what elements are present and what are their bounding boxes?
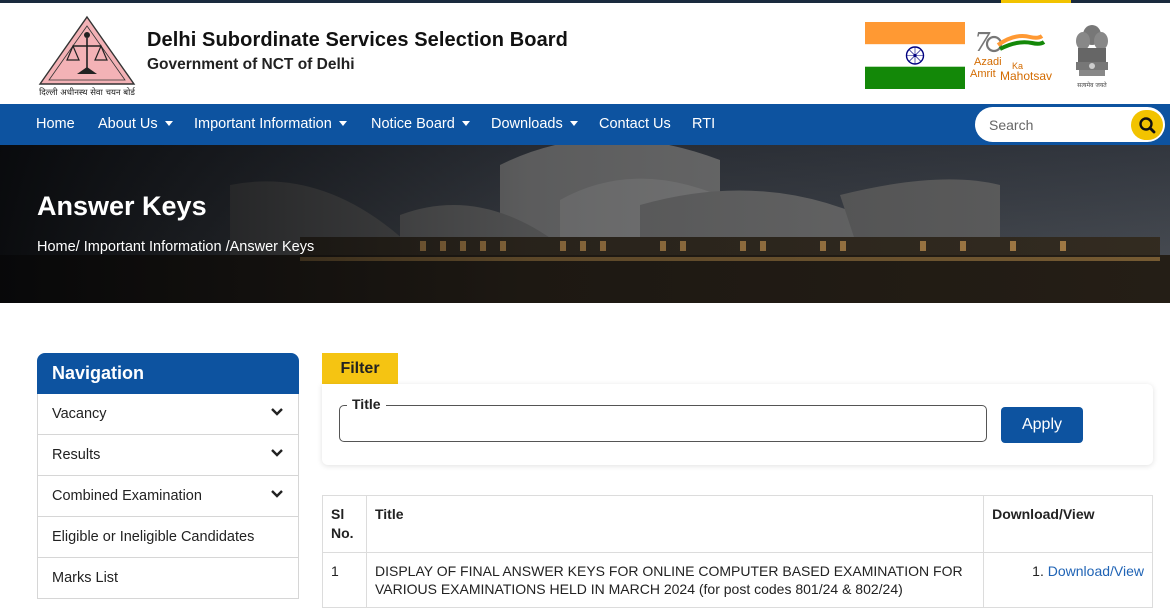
page-banner: Answer Keys Home/ Important Information … [0, 145, 1170, 303]
azadi-line3: Mahotsav [1000, 69, 1052, 83]
table-header-row: Sl No. Title Download/View [322, 495, 1153, 553]
row-sl-no: 1 [322, 552, 367, 608]
azadi-line2: Amrit [970, 68, 996, 80]
org-title: Delhi Subordinate Services Selection Boa… [147, 29, 568, 51]
column-header-title: Title [365, 495, 985, 553]
emblem-caption: सत्यमेव जयते [1077, 81, 1107, 89]
nav-label: Contact Us [599, 116, 671, 132]
nav-label: Home [36, 116, 75, 132]
nav-item-contact-us[interactable]: Contact Us [599, 104, 671, 145]
dsssb-logo-icon: दिल्ली अधीनस्थ सेवा चयन बोर्ड [38, 15, 136, 98]
nav-label: RTI [692, 116, 716, 132]
nav-label: About Us [98, 116, 158, 132]
chevron-down-icon [271, 408, 283, 416]
search-input[interactable] [989, 107, 1129, 142]
row-title: DISPLAY OF FINAL ANSWER KEYS FOR ONLINE … [365, 552, 985, 608]
national-emblem-icon: सत्यमेव जयते [1076, 25, 1108, 89]
table-row: 1 DISPLAY OF FINAL ANSWER KEYS FOR ONLIN… [322, 552, 1153, 608]
nav-label: Notice Board [371, 116, 455, 132]
nav-label: Important Information [194, 116, 332, 132]
azadi-line1: Azadi [974, 56, 1002, 68]
india-flag-icon [865, 22, 965, 89]
logo-caption: दिल्ली अधीनस्थ सेवा चयन बोर्ड [39, 87, 136, 98]
sidebar-item-results[interactable]: Results [37, 435, 299, 476]
sidebar-item-label: Vacancy [52, 406, 107, 422]
title-field-label: Title [347, 396, 386, 412]
sidebar-item-vacancy[interactable]: Vacancy [37, 394, 299, 435]
search-button[interactable] [1131, 110, 1163, 140]
search-icon [1139, 117, 1156, 134]
sidebar-navigation: Navigation Vacancy Results Combined Exam… [37, 353, 299, 599]
caret-down-icon [338, 120, 347, 126]
row-download-cell: 1. Download/View [983, 552, 1153, 608]
title-filter-input[interactable] [340, 406, 986, 441]
org-subtitle: Government of NCT of Delhi [147, 56, 355, 73]
sidebar-item-label: Combined Examination [52, 488, 202, 504]
nav-item-downloads[interactable]: Downloads [491, 104, 578, 145]
filter-panel: Title Apply [322, 384, 1153, 465]
title-field-box [339, 405, 987, 442]
sidebar-item-label: Results [52, 447, 101, 463]
sidebar-item-eligible-candidates[interactable]: Eligible or Ineligible Candidates [37, 517, 299, 558]
nav-item-important-information[interactable]: Important Information [194, 104, 347, 145]
breadcrumb: Home/ Important Information /Answer Keys [37, 239, 315, 255]
svg-text:7: 7 [974, 28, 991, 58]
caret-down-icon [569, 120, 578, 126]
sidebar-item-label: Eligible or Ineligible Candidates [52, 529, 255, 545]
lotus-temple-banner-image [0, 145, 1170, 303]
sidebar-heading: Navigation [37, 353, 299, 394]
download-view-link[interactable]: Download/View [1048, 563, 1144, 579]
nav-label: Downloads [491, 116, 563, 132]
sidebar-item-combined-examination[interactable]: Combined Examination [37, 476, 299, 517]
azadi-ka-amrit-mahotsav-logo: 7 Azadi Ka Amrit Mahotsav [970, 28, 1052, 83]
site-header: दिल्ली अधीनस्थ सेवा चयन बोर्ड Delhi Subo… [0, 3, 1170, 104]
chevron-down-icon [271, 449, 283, 457]
column-header-sl-no: Sl No. [322, 495, 367, 553]
nav-item-notice-board[interactable]: Notice Board [371, 104, 470, 145]
nav-item-home[interactable]: Home [36, 104, 75, 145]
link-index: 1. [1032, 563, 1044, 579]
sidebar-item-marks-list[interactable]: Marks List [37, 558, 299, 599]
nav-item-rti[interactable]: RTI [692, 104, 715, 145]
caret-down-icon [461, 120, 470, 126]
sidebar-item-label: Marks List [52, 570, 119, 586]
apply-button[interactable]: Apply [1001, 407, 1083, 443]
caret-down-icon [164, 120, 173, 126]
answer-keys-table: Sl No. Title Download/View 1 DISPLAY OF … [322, 495, 1153, 608]
filter-tab: Filter [322, 353, 398, 384]
column-header-download: Download/View [983, 495, 1153, 553]
nav-item-about-us[interactable]: About Us [98, 104, 173, 145]
chevron-down-icon [271, 490, 283, 498]
page-title: Answer Keys [37, 191, 207, 221]
